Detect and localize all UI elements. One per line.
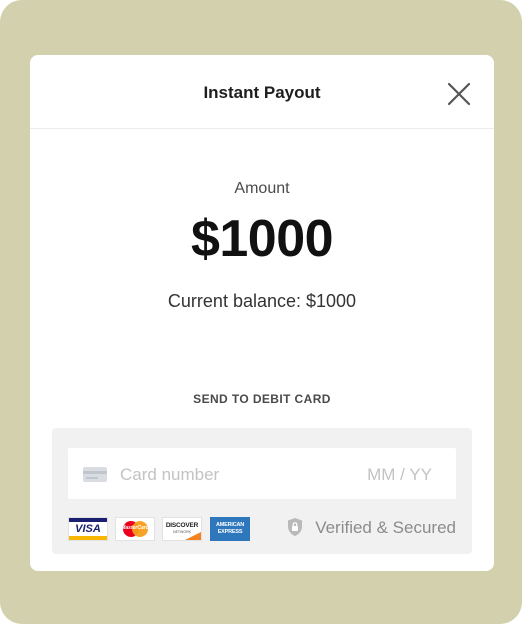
amex-logo-text: AMERICAN EXPRESS <box>215 522 245 535</box>
amex-logo: AMERICAN EXPRESS <box>210 517 250 541</box>
close-icon <box>447 82 471 106</box>
card-number-input[interactable]: Card number <box>120 465 219 485</box>
visa-logo-text: VISA <box>75 523 101 535</box>
current-balance: Current balance: $1000 <box>167 291 357 311</box>
verified-secured-text: Verified & Secured <box>315 518 456 537</box>
amount-label: Amount <box>234 180 290 197</box>
send-to-debit-card-label: SEND TO DEBIT CARD <box>193 392 331 406</box>
verified-secured-badge: Verified & Secured <box>266 516 456 540</box>
card-input-field[interactable]: Card number MM / YY <box>68 448 456 499</box>
credit-card-icon <box>83 467 107 482</box>
visa-logo: VISA <box>68 517 108 541</box>
card-entry-panel: Card number MM / YY VISA MasterCard DISC… <box>52 428 472 554</box>
discover-logo-text: DISCOVER <box>165 522 199 529</box>
amount-value: $1000 <box>190 210 334 268</box>
card-expiry-input[interactable]: MM / YY <box>367 465 432 485</box>
mastercard-logo-text: MasterCard <box>121 525 149 531</box>
instant-payout-modal: Instant Payout Amount $1000 Current bala… <box>30 55 494 571</box>
mastercard-logo: MasterCard <box>115 517 155 541</box>
modal-header: Instant Payout <box>30 55 494 129</box>
modal-title: Instant Payout <box>203 83 321 102</box>
discover-logo: DISCOVER NETWORK <box>162 517 202 541</box>
shield-lock-icon <box>288 518 302 536</box>
close-button[interactable] <box>444 79 474 109</box>
